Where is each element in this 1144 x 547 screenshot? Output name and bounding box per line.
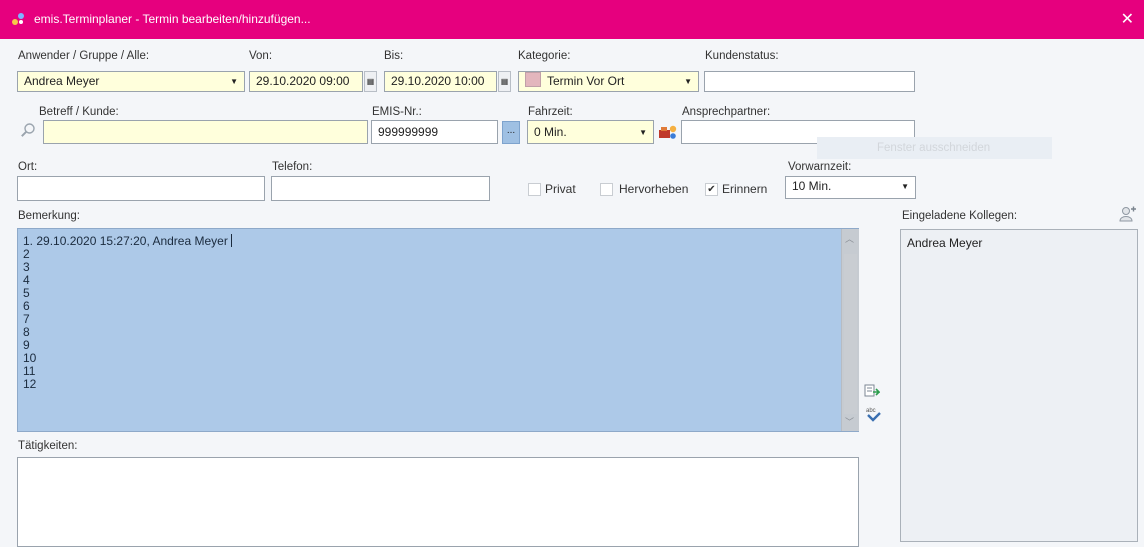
customer-status-label: Kundenstatus:: [705, 50, 779, 62]
remark-line: 3: [23, 260, 30, 274]
to-label: Bis:: [384, 50, 404, 62]
remind-checkbox[interactable]: ✔: [705, 183, 718, 196]
remark-line: 7: [23, 312, 30, 326]
remark-line: 12: [23, 377, 37, 391]
phone-input[interactable]: [271, 176, 490, 201]
close-icon[interactable]: ✕: [1121, 9, 1134, 29]
subject-label: Betreff / Kunde:: [39, 106, 119, 118]
remark-line: 1. 29.10.2020 15:27:20, Andrea Meyer: [23, 234, 228, 248]
remark-line: 2: [23, 247, 30, 261]
remark-label: Bemerkung:: [18, 210, 81, 222]
calendar-icon[interactable]: ▦: [364, 71, 377, 92]
remark-line: 10: [23, 351, 37, 365]
list-item[interactable]: Andrea Meyer: [901, 230, 1137, 250]
calendar-icon[interactable]: ▦: [498, 71, 511, 92]
scroll-down-icon[interactable]: ﹀: [845, 415, 854, 428]
warning-time-select[interactable]: 10 Min. ▼: [785, 176, 916, 199]
remark-line: 8: [23, 325, 30, 339]
remind-checkbox-label: Erinnern: [722, 182, 768, 196]
private-checkbox[interactable]: [528, 183, 541, 196]
svg-text:abc: abc: [866, 408, 876, 414]
emis-number-input[interactable]: 999999999: [371, 120, 498, 144]
spellcheck-icon[interactable]: abc: [866, 406, 882, 422]
remark-line: 6: [23, 299, 30, 313]
invited-colleagues-list[interactable]: Andrea Meyer: [900, 229, 1138, 542]
phone-label: Telefon:: [272, 161, 313, 173]
category-select-value: Termin Vor Ort: [547, 74, 625, 88]
remark-scrollbar[interactable]: ︿ ﹀: [841, 229, 859, 431]
activities-textarea[interactable]: [17, 457, 859, 547]
app-icon: [12, 13, 24, 25]
user-select[interactable]: Andrea Meyer ▼: [17, 71, 245, 92]
cut-window-ghost-button: Fenster ausschneiden: [817, 137, 1052, 159]
insert-text-icon[interactable]: [864, 384, 880, 398]
chevron-down-icon: ▼: [684, 77, 692, 86]
from-label: Von:: [249, 50, 273, 62]
from-datetime-value: 29.10.2020 09:00: [256, 74, 350, 88]
highlight-checkbox-label: Hervorheben: [619, 182, 689, 196]
travel-time-label: Fahrzeit:: [528, 106, 573, 118]
search-icon[interactable]: [20, 122, 36, 138]
place-input[interactable]: [17, 176, 265, 201]
chevron-down-icon: ▼: [230, 77, 238, 86]
category-select[interactable]: Termin Vor Ort ▼: [518, 71, 699, 92]
invited-colleagues-label: Eingeladene Kollegen:: [902, 210, 1018, 222]
title-bar: emis.Terminplaner - Termin bearbeiten/hi…: [0, 0, 1144, 39]
warning-time-value: 10 Min.: [792, 179, 832, 193]
highlight-checkbox[interactable]: [600, 183, 613, 196]
cut-window-ghost-label: Fenster ausschneiden: [877, 142, 991, 154]
emis-number-label: EMIS-Nr.:: [372, 106, 422, 118]
category-color-swatch: [525, 72, 541, 87]
add-colleague-icon[interactable]: [1119, 206, 1137, 222]
user-select-value: Andrea Meyer: [24, 74, 100, 88]
warning-time-label: Vorwarnzeit:: [788, 161, 852, 173]
to-datetime-field[interactable]: 29.10.2020 10:00: [384, 71, 497, 92]
text-cursor: [231, 234, 232, 247]
car-route-icon[interactable]: [658, 124, 678, 140]
subject-customer-input[interactable]: [43, 120, 368, 144]
remark-line: 11: [23, 364, 36, 378]
place-label: Ort:: [18, 161, 38, 173]
scroll-up-icon[interactable]: ︿: [845, 232, 854, 245]
user-label: Anwender / Gruppe / Alle:: [18, 50, 150, 62]
window-title: emis.Terminplaner - Termin bearbeiten/hi…: [34, 12, 311, 26]
remark-line: 5: [23, 286, 30, 300]
remark-line: 4: [23, 273, 30, 287]
scrollbar-thumb[interactable]: [844, 254, 857, 414]
chevron-down-icon: ▼: [901, 182, 909, 191]
travel-time-select[interactable]: 0 Min. ▼: [527, 120, 654, 144]
from-datetime-field[interactable]: 29.10.2020 09:00: [249, 71, 363, 92]
contact-person-label: Ansprechpartner:: [682, 106, 771, 118]
customer-status-field[interactable]: [704, 71, 915, 92]
to-datetime-value: 29.10.2020 10:00: [391, 74, 485, 88]
travel-time-value: 0 Min.: [534, 125, 567, 139]
category-label: Kategorie:: [518, 50, 571, 62]
private-checkbox-label: Privat: [545, 182, 576, 196]
remark-textarea[interactable]: 1. 29.10.2020 15:27:20, Andrea Meyer 2 3…: [17, 228, 859, 432]
emis-number-value: 999999999: [378, 125, 439, 139]
remark-line: 9: [23, 338, 30, 352]
chevron-down-icon: ▼: [639, 128, 647, 137]
emis-lookup-button[interactable]: ...: [502, 121, 520, 144]
activities-label: Tätigkeiten:: [18, 440, 78, 452]
emis-lookup-button-label: ...: [506, 125, 516, 136]
checkmark-icon: ✔: [707, 184, 716, 195]
